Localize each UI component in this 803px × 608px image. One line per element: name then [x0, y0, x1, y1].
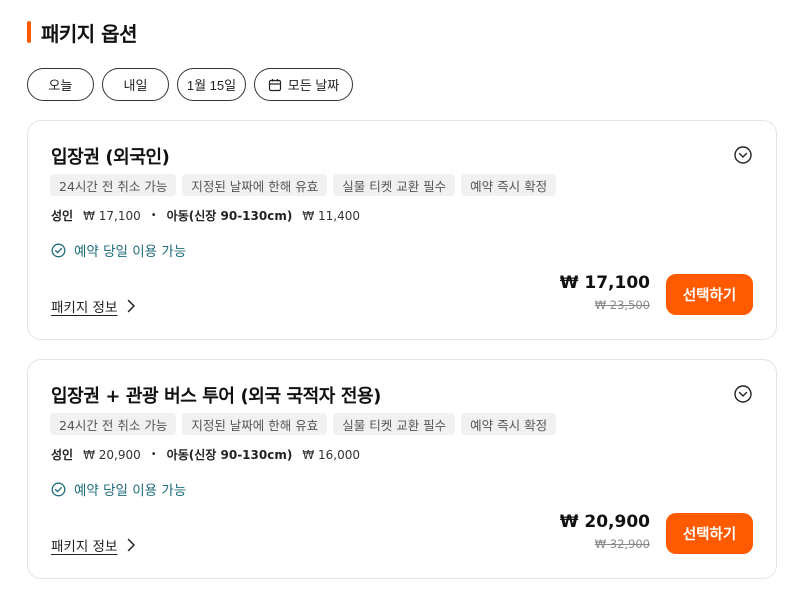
current-price: ₩ 17,100: [559, 273, 650, 293]
tag-validity: 지정된 날짜에 한해 유효: [182, 413, 328, 435]
package-title: 입장권 + 관광 버스 투어 (외국 국적자 전용): [51, 386, 381, 407]
package-tags: 24시간 전 취소 가능 지정된 날짜에 한해 유효 실물 티켓 교환 필수 예…: [50, 174, 557, 196]
availability-note: 예약 당일 이용 가능: [51, 240, 186, 260]
price-box: ₩ 17,100 ₩ 23,500: [560, 273, 650, 312]
chevron-right-icon: [128, 538, 136, 552]
package-info-link[interactable]: 패키지 정보: [51, 296, 137, 316]
chevron-down-icon[interactable]: [733, 145, 753, 165]
child-label: 아동(신장 90-130cm): [166, 209, 293, 223]
calendar-icon: [268, 78, 281, 91]
chevron-down-icon[interactable]: [733, 384, 753, 404]
check-circle-icon: [51, 482, 66, 496]
title-accent-bar: [27, 21, 31, 43]
tag-ticket-exchange: 실물 티켓 교환 필수: [333, 413, 456, 435]
tag-cancellation: 24시간 전 취소 가능: [50, 174, 177, 196]
separator-dot: •: [150, 449, 157, 460]
page-title: 패키지 옵션: [41, 21, 137, 46]
package-title: 입장권 (외국인): [51, 147, 170, 168]
availability-text: 예약 당일 이용 가능: [74, 244, 187, 260]
date-chip-all-label: 모든 날짜: [287, 78, 340, 93]
package-info-link[interactable]: 패키지 정보: [51, 535, 137, 555]
price-box: ₩ 20,900 ₩ 32,900: [560, 512, 650, 551]
tag-ticket-exchange: 실물 티켓 교환 필수: [333, 174, 456, 196]
adult-label: 성인: [51, 209, 74, 223]
check-circle-icon: [51, 243, 66, 257]
adult-price: ₩ 17,100: [83, 208, 141, 223]
tag-cancellation: 24시간 전 취소 가능: [50, 413, 177, 435]
tag-instant-confirm: 예약 즉시 확정: [461, 174, 557, 196]
package-info-label: 패키지 정보: [51, 300, 118, 316]
tag-validity: 지정된 날짜에 한해 유효: [182, 174, 328, 196]
separator-dot: •: [150, 210, 157, 221]
child-price: ₩ 11,400: [302, 208, 360, 223]
adult-label: 성인: [51, 448, 74, 462]
original-price: ₩ 23,500: [594, 298, 650, 312]
section-header: 패키지 옵션: [27, 18, 137, 46]
chevron-right-icon: [128, 299, 136, 313]
package-tags: 24시간 전 취소 가능 지정된 날짜에 한해 유효 실물 티켓 교환 필수 예…: [50, 413, 557, 435]
date-chip-tomorrow[interactable]: 내일: [102, 68, 169, 101]
availability-note: 예약 당일 이용 가능: [51, 479, 186, 499]
price-breakdown: 성인 ₩ 20,900 • 아동(신장 90-130cm) ₩ 16,000: [51, 446, 360, 463]
package-card: 입장권 + 관광 버스 투어 (외국 국적자 전용) 24시간 전 취소 가능 …: [27, 359, 777, 579]
select-button[interactable]: 선택하기: [666, 274, 753, 315]
package-card: 입장권 (외국인) 24시간 전 취소 가능 지정된 날짜에 한해 유효 실물 …: [27, 120, 777, 340]
current-price: ₩ 20,900: [559, 512, 650, 532]
date-chip-today[interactable]: 오늘: [27, 68, 94, 101]
availability-text: 예약 당일 이용 가능: [74, 483, 187, 499]
package-info-label: 패키지 정보: [51, 539, 118, 555]
select-button[interactable]: 선택하기: [666, 513, 753, 554]
tag-instant-confirm: 예약 즉시 확정: [461, 413, 557, 435]
price-breakdown: 성인 ₩ 17,100 • 아동(신장 90-130cm) ₩ 11,400: [51, 207, 360, 224]
original-price: ₩ 32,900: [594, 537, 650, 551]
child-price: ₩ 16,000: [302, 447, 360, 462]
date-chip-all-dates[interactable]: 모든 날짜: [254, 68, 353, 101]
adult-price: ₩ 20,900: [83, 447, 141, 462]
child-label: 아동(신장 90-130cm): [166, 448, 293, 462]
date-chip-jan15[interactable]: 1월 15일: [177, 68, 246, 101]
date-filter-chips: 오늘 내일 1월 15일 모든 날짜: [27, 68, 353, 101]
